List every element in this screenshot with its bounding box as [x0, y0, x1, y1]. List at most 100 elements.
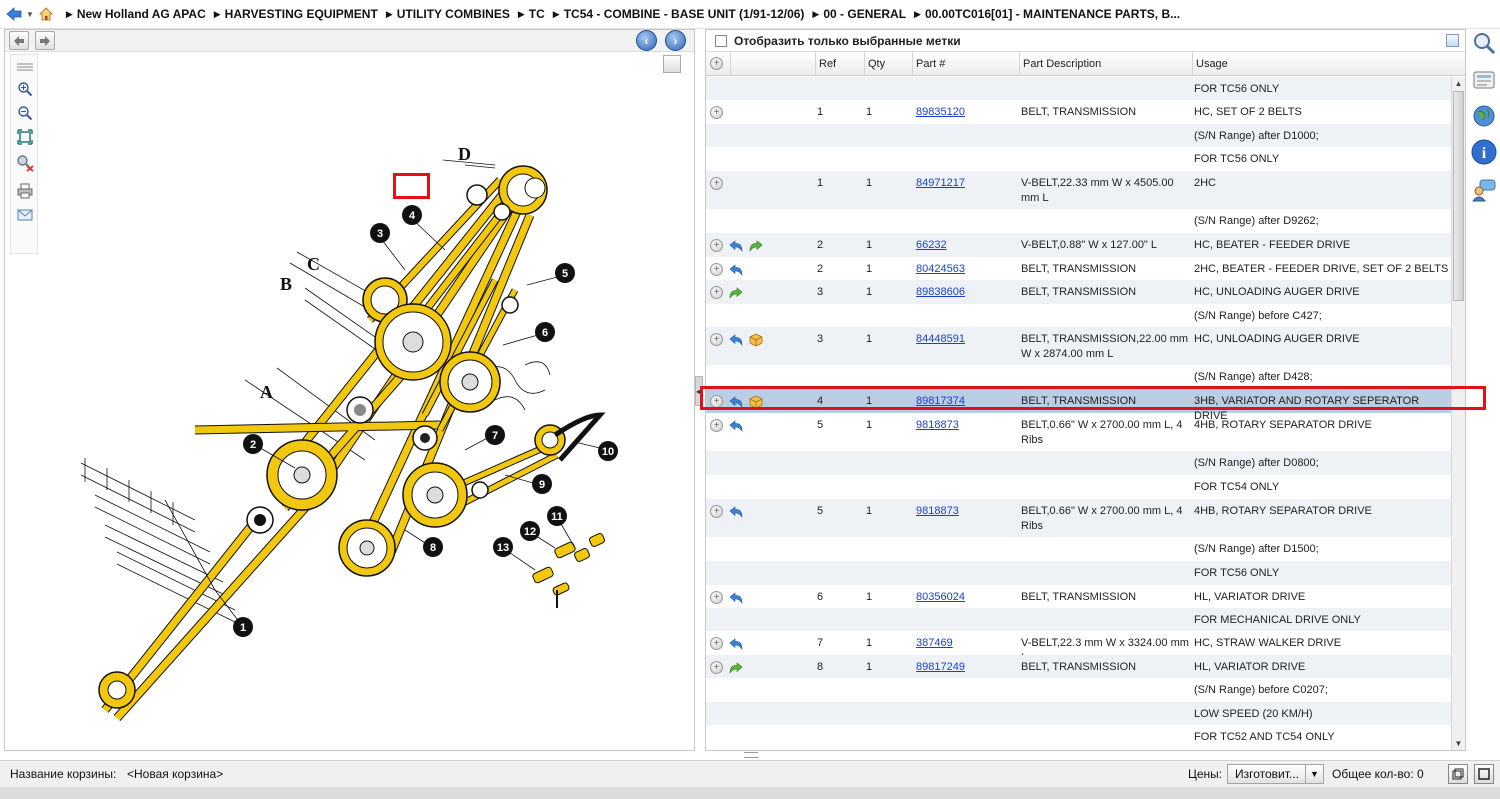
breadcrumb-item[interactable]: ▶ TC: [518, 7, 545, 21]
maximize-window-button[interactable]: [1474, 764, 1494, 784]
part-number-link[interactable]: 9818873: [916, 505, 959, 517]
part-number-link[interactable]: 9818873: [916, 418, 1016, 433]
next-page-button[interactable]: [35, 31, 55, 50]
forward-arrow-icon[interactable]: [748, 238, 764, 253]
back-arrow-icon[interactable]: [728, 238, 744, 253]
forward-arrow-icon[interactable]: [728, 285, 744, 300]
add-to-cart-icon[interactable]: +: [710, 177, 723, 190]
previous-page-button[interactable]: [9, 31, 29, 50]
home-icon[interactable]: [38, 7, 54, 21]
part-number-link[interactable]: 89817249: [916, 661, 965, 673]
clear-zoom-icon[interactable]: [15, 153, 35, 173]
table-row[interactable]: FOR TC56 ONLY: [706, 561, 1451, 585]
table-row[interactable]: (S/N Range) before C427;: [706, 304, 1451, 327]
part-number-link[interactable]: 387469: [916, 637, 953, 649]
callout-12[interactable]: 12: [524, 526, 536, 538]
table-row[interactable]: FOR TC56 ONLY: [706, 147, 1451, 171]
add-to-cart-icon[interactable]: +: [710, 263, 723, 276]
callout-1[interactable]: 1: [240, 622, 246, 634]
back-arrow-icon[interactable]: [728, 636, 744, 651]
table-row[interactable]: FOR TC56 ONLY: [706, 77, 1451, 100]
fit-to-window-icon[interactable]: [15, 127, 35, 147]
dropdown-chevron-icon[interactable]: ▼: [1305, 765, 1323, 783]
part-number-link[interactable]: 9818873: [916, 419, 959, 431]
table-row[interactable]: +2 1 80424563 BELT, TRANSMISSION 2HC, BEATER…: [706, 257, 1451, 280]
part-number-link[interactable]: 80356024: [916, 590, 1016, 605]
table-row[interactable]: LOW SPEED (20 KM/H): [706, 702, 1451, 725]
callout-8[interactable]: 8: [430, 542, 436, 554]
back-arrow-icon[interactable]: [6, 7, 22, 21]
callout-7[interactable]: 7: [492, 430, 498, 442]
next-illustration-button[interactable]: ›: [665, 30, 686, 51]
add-to-cart-icon[interactable]: +: [710, 286, 723, 299]
add-to-cart-icon[interactable]: +: [710, 505, 723, 518]
zoom-in-icon[interactable]: [15, 79, 35, 99]
callout-3[interactable]: 3: [377, 228, 383, 240]
globe-icon[interactable]: [1470, 102, 1497, 129]
callout-6[interactable]: 6: [542, 327, 548, 339]
part-number-link[interactable]: 89817249: [916, 660, 1016, 675]
add-to-cart-icon[interactable]: +: [710, 106, 723, 119]
table-row[interactable]: (S/N Range) after D0800;: [706, 451, 1451, 475]
part-number-link[interactable]: 387469: [916, 636, 1016, 651]
ref-column-header[interactable]: Ref: [815, 52, 864, 76]
breadcrumb-item[interactable]: ▶ TC54 - COMBINE - BASE UNIT (1/91-12/06): [553, 7, 805, 21]
add-to-cart-icon[interactable]: +: [710, 661, 723, 674]
callout-5[interactable]: 5: [562, 268, 568, 280]
scroll-thumb[interactable]: [1453, 91, 1464, 301]
description-column-header[interactable]: Part Description: [1019, 52, 1192, 76]
forward-arrow-icon[interactable]: [728, 660, 744, 675]
table-row[interactable]: (S/N Range) after D9262;: [706, 209, 1451, 233]
table-row[interactable]: +71387469V-BELT,22.3 mm W x 3324.00 mm L…: [706, 631, 1451, 664]
email-icon[interactable]: [15, 205, 35, 225]
breadcrumb-item[interactable]: ▶ New Holland AG APAC: [66, 7, 206, 21]
back-arrow-icon[interactable]: [728, 262, 744, 277]
breadcrumb-item[interactable]: ▶ 00.00TC016[01] - MAINTENANCE PARTS, B..…: [914, 7, 1180, 21]
zoom-out-icon[interactable]: [15, 103, 35, 123]
part-number-link[interactable]: 84971217: [916, 177, 965, 189]
callout-2[interactable]: 2: [250, 439, 256, 451]
part-number-link[interactable]: 89835120: [916, 105, 1016, 120]
qty-column-header[interactable]: Qty: [864, 52, 912, 76]
cart-name-value[interactable]: <Новая корзина>: [127, 767, 223, 781]
print-icon[interactable]: [15, 181, 35, 201]
add-to-cart-icon[interactable]: +: [710, 637, 723, 650]
scroll-up-icon[interactable]: ▲: [1452, 77, 1465, 90]
part-number-link[interactable]: 89838606: [916, 285, 1016, 300]
breadcrumb-item[interactable]: ▶ HARVESTING EQUIPMENT: [214, 7, 378, 21]
catalog-icon[interactable]: [1470, 66, 1497, 93]
drag-handle-icon[interactable]: [15, 57, 35, 77]
part-number-column-header[interactable]: Part #: [912, 52, 1019, 76]
part-number-link[interactable]: 89838606: [916, 286, 965, 298]
callout-13[interactable]: 13: [497, 542, 509, 554]
table-row[interactable]: +1 1 84971217 V-BELT,22.33 mm W x 4505.00 m…: [706, 171, 1451, 209]
callout-4[interactable]: 4: [409, 210, 416, 222]
usage-column-header[interactable]: Usage: [1192, 52, 1451, 76]
part-number-link[interactable]: 80424563: [916, 263, 965, 275]
scroll-down-icon[interactable]: ▼: [1452, 737, 1465, 750]
chat-support-icon[interactable]: [1470, 176, 1497, 203]
table-row[interactable]: +3 1 84448591 BELT, TRANSMISSION,22.00 mm W…: [706, 327, 1451, 365]
info-icon[interactable]: i: [1470, 138, 1497, 165]
part-number-link[interactable]: 84448591: [916, 332, 1016, 347]
package-icon[interactable]: [748, 332, 764, 347]
table-row[interactable]: +3 1 89838606 BELT, TRANSMISSION HC, UNLOADI…: [706, 280, 1451, 304]
search-icon[interactable]: [1470, 29, 1497, 56]
table-row[interactable]: +5 1 9818873 BELT,0.66" W x 2700.00 mm L, 4…: [706, 499, 1451, 537]
horizontal-splitter[interactable]: [0, 751, 1500, 760]
column-settings-icon[interactable]: [1446, 34, 1459, 47]
back-arrow-icon[interactable]: [728, 504, 744, 519]
table-row[interactable]: (S/N Range) after D1000;: [706, 124, 1451, 147]
add-all-icon[interactable]: +: [710, 57, 723, 70]
back-arrow-icon[interactable]: [728, 418, 744, 433]
prices-dropdown[interactable]: Изготовит... ▼: [1227, 764, 1324, 784]
table-scrollbar[interactable]: ▲ ▼: [1451, 77, 1465, 750]
back-arrow-icon[interactable]: [728, 590, 744, 605]
callout-10[interactable]: 10: [602, 446, 614, 458]
part-number-link[interactable]: 84971217: [916, 176, 1016, 191]
part-number-link[interactable]: 80424563: [916, 262, 1016, 277]
breadcrumb-item[interactable]: ▶ 00 - GENERAL: [812, 7, 906, 21]
dropdown-arrow-icon[interactable]: ▼: [26, 10, 34, 19]
table-row[interactable]: FOR MECHANICAL DRIVE ONLY: [706, 608, 1451, 631]
part-number-link[interactable]: 89835120: [916, 106, 965, 118]
